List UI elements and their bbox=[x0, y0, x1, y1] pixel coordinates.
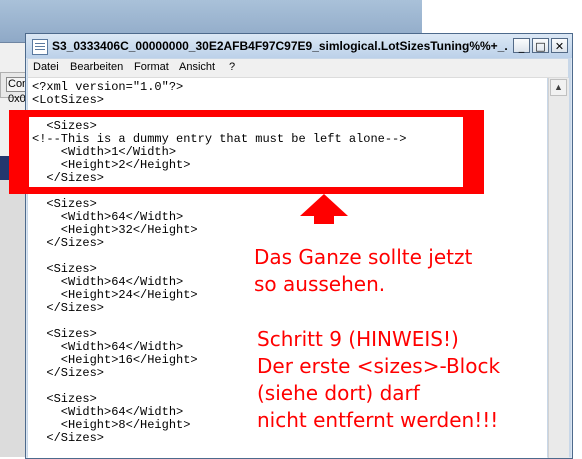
highlight-box bbox=[9, 110, 477, 194]
highlight-bar-right bbox=[463, 110, 484, 194]
window-titlebar[interactable]: S3_0333406C_00000000_30E2AFB4F97C97E9_si… bbox=[26, 34, 572, 58]
up-arrow-icon bbox=[300, 194, 348, 224]
minimize-button[interactable]: _ bbox=[513, 38, 530, 53]
menu-item-datei[interactable]: Datei bbox=[33, 61, 59, 73]
background-hex-label: 0x0 bbox=[8, 93, 26, 105]
highlight-bar-left bbox=[9, 110, 29, 194]
annotation-note-2: Schritt 9 (HINWEIS!) Der erste <sizes>-B… bbox=[257, 327, 501, 432]
background-panel bbox=[0, 180, 28, 457]
editor-line[interactable]: </Sizes> bbox=[32, 302, 406, 315]
maximize-button[interactable]: □ bbox=[532, 38, 549, 53]
window-title: S3_0333406C_00000000_30E2AFB4F97C97E9_si… bbox=[52, 39, 507, 53]
notepad-icon[interactable] bbox=[32, 39, 48, 55]
menu-item-format[interactable]: Format bbox=[134, 61, 169, 73]
close-button[interactable]: ✕ bbox=[551, 38, 568, 53]
menu-item-bearbeiten[interactable]: Bearbeiten bbox=[70, 61, 123, 73]
scroll-up-icon[interactable]: ▲ bbox=[550, 79, 567, 96]
menu-item-help[interactable]: ? bbox=[229, 61, 235, 73]
vertical-scrollbar[interactable]: ▲ bbox=[548, 78, 569, 458]
menu-item-ansicht[interactable]: Ansicht bbox=[179, 61, 215, 73]
editor-line[interactable]: <LotSizes> bbox=[32, 94, 406, 107]
annotation-note-1: Das Ganze sollte jetzt so aussehen. bbox=[254, 245, 473, 296]
menu-bar: Datei Bearbeiten Format Ansicht ? bbox=[28, 59, 568, 78]
